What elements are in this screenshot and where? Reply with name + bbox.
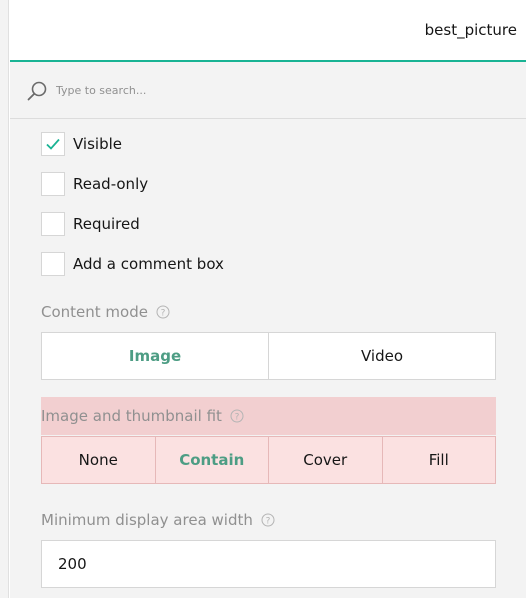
checkbox-visible[interactable]: Visible [41,132,122,156]
help-icon[interactable]: ? [261,513,275,527]
checkbox-label: Read-only [73,175,149,193]
svg-text:?: ? [235,413,240,423]
image-fit-cover-button[interactable]: Cover [269,437,383,483]
checkbox-required[interactable]: Required [41,212,140,236]
selected-element-title: best_picture [424,21,517,39]
panel-header: best_picture [10,0,526,62]
checkbox-read-only[interactable]: Read-only [41,172,148,196]
left-edge-strip [0,0,9,598]
image-fit-none-button[interactable]: None [42,437,156,483]
help-icon[interactable]: ? [156,305,170,319]
image-fit-title: Image and thumbnail fit ? [41,407,244,425]
search-icon [27,81,47,101]
checkbox-box[interactable] [41,172,65,196]
checkbox-label: Visible [73,135,122,153]
content-mode-label: Content mode [41,303,148,321]
search-input[interactable] [56,78,496,102]
help-icon[interactable]: ? [230,409,244,423]
content-mode-image-button[interactable]: Image [42,333,269,379]
checkbox-label: Required [73,215,140,233]
checkbox-box[interactable] [41,212,65,236]
svg-text:?: ? [265,517,270,527]
min-width-input[interactable] [41,540,496,588]
content-mode-buttons: Image Video [41,332,496,380]
property-grid: Visible Read-only Required Add a comment… [10,62,526,598]
checkmark-icon [46,138,60,150]
image-fit-buttons: None Contain Cover Fill [41,436,496,484]
checkbox-label: Add a comment box [73,255,224,273]
search-bar [10,62,526,119]
content-mode-title: Content mode ? [41,303,170,321]
image-fit-contain-button[interactable]: Contain [156,437,269,483]
min-width-label: Minimum display area width [41,511,253,529]
image-fit-label: Image and thumbnail fit [41,407,222,425]
svg-text:?: ? [161,309,166,319]
min-width-title: Minimum display area width ? [41,511,275,529]
checkbox-box[interactable] [41,132,65,156]
checkbox-comment-box[interactable]: Add a comment box [41,252,224,276]
checkbox-box[interactable] [41,252,65,276]
image-fit-fill-button[interactable]: Fill [383,437,496,483]
content-mode-video-button[interactable]: Video [269,333,495,379]
